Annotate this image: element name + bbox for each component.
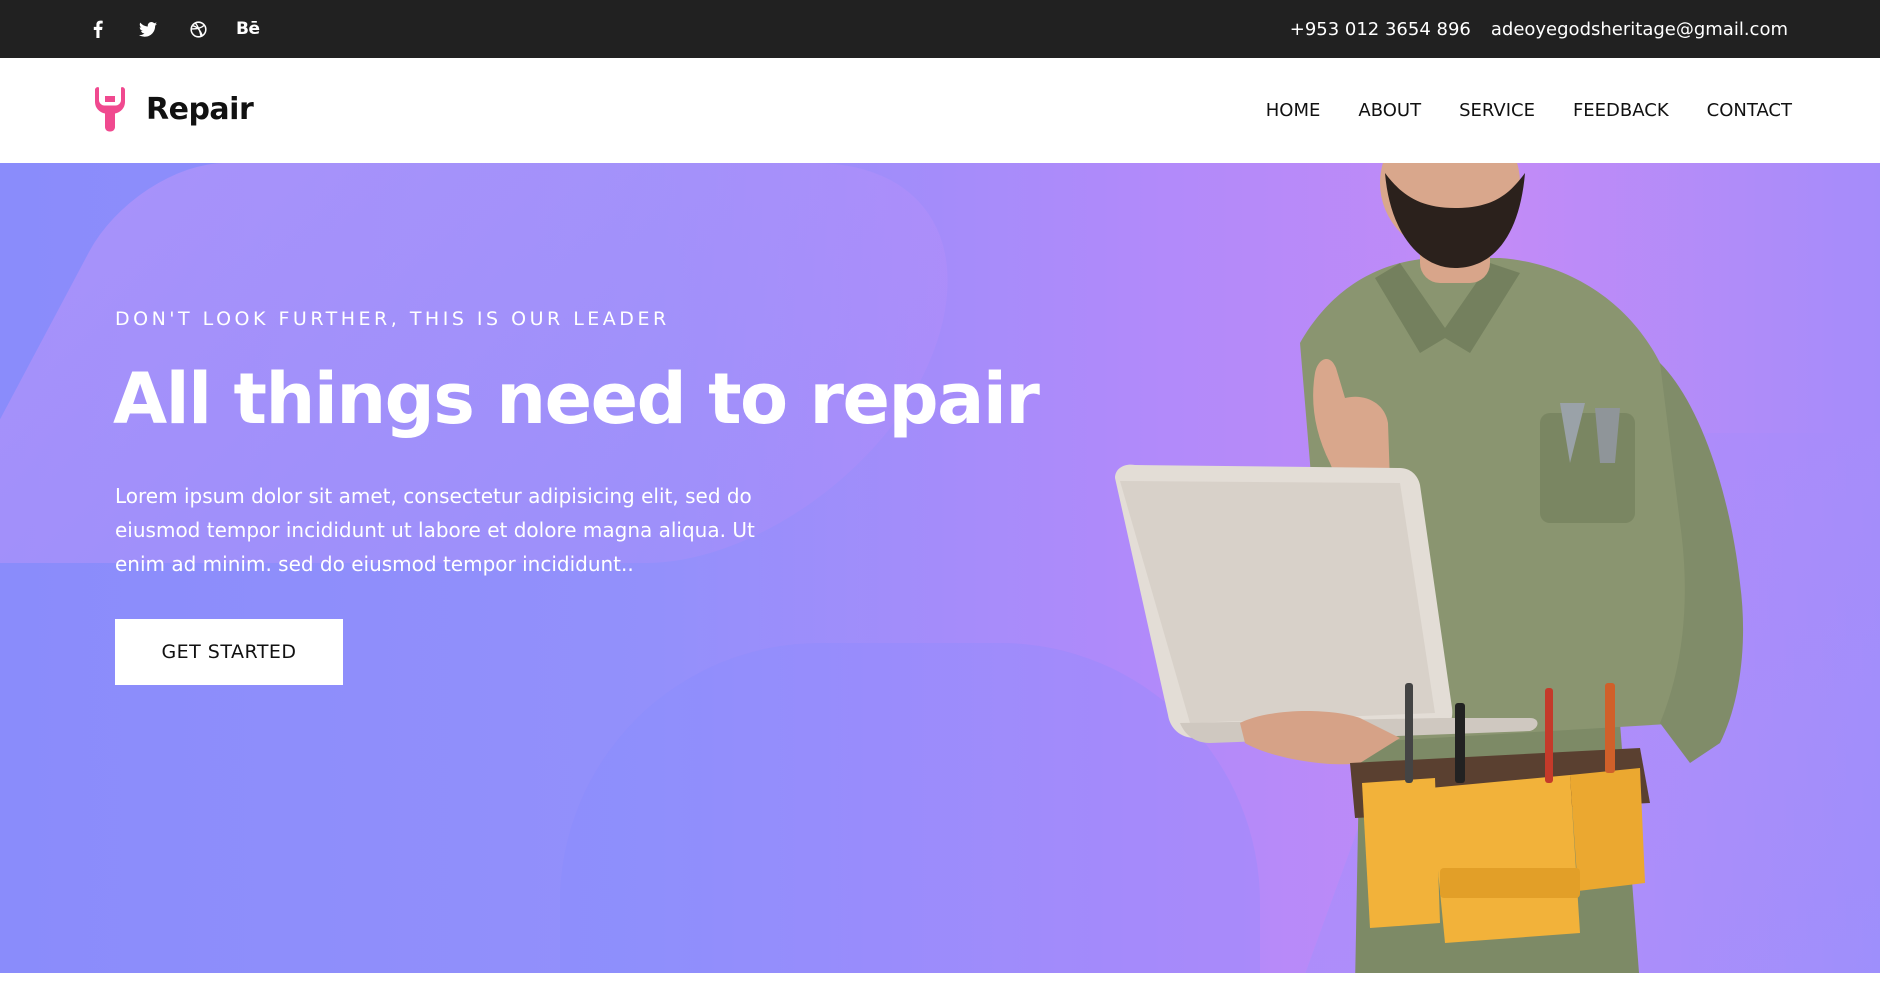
page-bottom-edge bbox=[0, 973, 1880, 985]
top-bar: Bē +953 012 3654 896 adeoyegodsheritage@… bbox=[0, 0, 1880, 58]
wrench-logo-icon bbox=[95, 87, 125, 132]
contact-info: +953 012 3654 896 adeoyegodsheritage@gma… bbox=[1290, 0, 1788, 58]
site-header: Repair HOME ABOUT SERVICE FEEDBACK CONTA… bbox=[0, 58, 1880, 163]
main-nav: HOME ABOUT SERVICE FEEDBACK CONTACT bbox=[1266, 58, 1792, 163]
facebook-icon[interactable] bbox=[86, 17, 110, 41]
repairman-image bbox=[1115, 163, 1744, 973]
logo-text: Repair bbox=[146, 91, 254, 127]
get-started-button[interactable]: GET STARTED bbox=[115, 619, 343, 685]
phone-number[interactable]: +953 012 3654 896 bbox=[1290, 19, 1471, 40]
nav-feedback[interactable]: FEEDBACK bbox=[1573, 100, 1669, 121]
hero-eyebrow: DON'T LOOK FURTHER, THIS IS OUR LEADER bbox=[115, 308, 670, 330]
social-links: Bē bbox=[86, 0, 260, 58]
email-address[interactable]: adeoyegodsheritage@gmail.com bbox=[1491, 19, 1788, 40]
hero-section: DON'T LOOK FURTHER, THIS IS OUR LEADER A… bbox=[0, 163, 1880, 973]
hero-description: Lorem ipsum dolor sit amet, consectetur … bbox=[115, 484, 755, 576]
dribbble-icon[interactable] bbox=[186, 17, 210, 41]
twitter-icon[interactable] bbox=[136, 17, 160, 41]
nav-service[interactable]: SERVICE bbox=[1459, 100, 1535, 121]
logo[interactable]: Repair bbox=[92, 86, 254, 132]
nav-about[interactable]: ABOUT bbox=[1358, 100, 1421, 121]
nav-contact[interactable]: CONTACT bbox=[1707, 100, 1792, 121]
behance-icon[interactable]: Bē bbox=[236, 17, 260, 41]
hero-headline: All things need to repair bbox=[113, 358, 1040, 440]
nav-home[interactable]: HOME bbox=[1266, 100, 1321, 121]
